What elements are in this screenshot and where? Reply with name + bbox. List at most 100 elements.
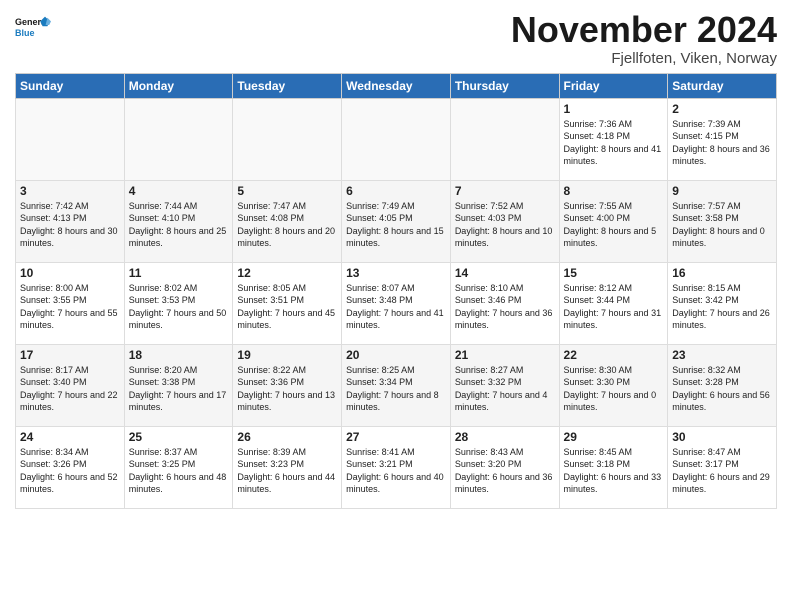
day-3: 3Sunrise: 7:42 AM Sunset: 4:13 PM Daylig…: [16, 180, 125, 262]
day-info-12: Sunrise: 8:05 AM Sunset: 3:51 PM Dayligh…: [237, 282, 337, 332]
day-19: 19 Sunrise: 8:22 AM Sunset: 3:36 PM Dayli…: [233, 344, 342, 426]
day-info-14: Sunrise: 8:10 AM Sunset: 3:46 PM Dayligh…: [455, 282, 555, 332]
day-number-24: 24: [20, 430, 120, 444]
day-number-26: 26: [237, 430, 337, 444]
empty-cell: [450, 98, 559, 180]
day-info-18: Sunrise: 8:20 AM Sunset: 3:38 PM Dayligh…: [129, 364, 229, 414]
day-info-24: Sunrise: 8:34 AM Sunset: 3:26 PM Dayligh…: [20, 446, 120, 496]
day-info-15: Sunrise: 8:12 AM Sunset: 3:44 PM Dayligh…: [564, 282, 664, 332]
day-info-4: Sunrise: 7:44 AM Sunset: 4:10 PM Dayligh…: [129, 200, 229, 250]
day-info-8: Sunrise: 7:55 AM Sunset: 4:00 PM Dayligh…: [564, 200, 664, 250]
day-number-19: 19: [237, 348, 337, 362]
day-info-22: Sunrise: 8:30 AM Sunset: 3:30 PM Dayligh…: [564, 364, 664, 414]
day-info-21: Sunrise: 8:27 AM Sunset: 3:32 PM Dayligh…: [455, 364, 555, 414]
day-1: 1 Sunrise: 7:36 AM Sunset: 4:18 PM Daylig…: [559, 98, 668, 180]
header-sunday: Sunday: [16, 73, 125, 98]
day-number-25: 25: [129, 430, 229, 444]
day-info-23: Sunrise: 8:32 AM Sunset: 3:28 PM Dayligh…: [672, 364, 772, 414]
day-18: 18 Sunrise: 8:20 AM Sunset: 3:38 PM Dayli…: [124, 344, 233, 426]
day-number-18: 18: [129, 348, 229, 362]
day-number-14: 14: [455, 266, 555, 280]
day-number-7: 7: [455, 184, 555, 198]
day-info-20: Sunrise: 8:25 AM Sunset: 3:34 PM Dayligh…: [346, 364, 446, 414]
header-friday: Friday: [559, 73, 668, 98]
day-number-21: 21: [455, 348, 555, 362]
day-number-9: 9: [672, 184, 772, 198]
day-25: 25 Sunrise: 8:37 AM Sunset: 3:25 PM Dayli…: [124, 426, 233, 508]
svg-text:Blue: Blue: [15, 28, 35, 38]
day-10: 10 Sunrise: 8:00 AM Sunset: 3:55 PM Dayli…: [16, 262, 125, 344]
empty-cell: [233, 98, 342, 180]
day-number-11: 11: [129, 266, 229, 280]
day-11: 11Sunrise: 8:02 AM Sunset: 3:53 PM Dayli…: [124, 262, 233, 344]
day-29: 29 Sunrise: 8:45 AM Sunset: 3:18 PM Dayli…: [559, 426, 668, 508]
week-row-1: 1 Sunrise: 7:36 AM Sunset: 4:18 PM Daylig…: [16, 98, 777, 180]
day-number-4: 4: [129, 184, 229, 198]
header: General Blue November 2024 Fjellfoten, V…: [15, 10, 777, 67]
day-20: 20 Sunrise: 8:25 AM Sunset: 3:34 PM Dayli…: [342, 344, 451, 426]
day-8: 8 Sunrise: 7:55 AM Sunset: 4:00 PM Daylig…: [559, 180, 668, 262]
day-17: 17 Sunrise: 8:17 AM Sunset: 3:40 PM Dayli…: [16, 344, 125, 426]
header-wednesday: Wednesday: [342, 73, 451, 98]
title-block: November 2024 Fjellfoten, Viken, Norway: [511, 10, 777, 67]
day-23: 23 Sunrise: 8:32 AM Sunset: 3:28 PM Dayli…: [668, 344, 777, 426]
day-number-6: 6: [346, 184, 446, 198]
day-info-9: Sunrise: 7:57 AM Sunset: 3:58 PM Dayligh…: [672, 200, 772, 250]
day-info-29: Sunrise: 8:45 AM Sunset: 3:18 PM Dayligh…: [564, 446, 664, 496]
location: Fjellfoten, Viken, Norway: [511, 50, 777, 67]
header-thursday: Thursday: [450, 73, 559, 98]
day-info-1: Sunrise: 7:36 AM Sunset: 4:18 PM Dayligh…: [564, 118, 664, 168]
day-28: 28Sunrise: 8:43 AM Sunset: 3:20 PM Dayli…: [450, 426, 559, 508]
day-number-15: 15: [564, 266, 664, 280]
day-number-8: 8: [564, 184, 664, 198]
day-info-10: Sunrise: 8:00 AM Sunset: 3:55 PM Dayligh…: [20, 282, 120, 332]
day-4: 4 Sunrise: 7:44 AM Sunset: 4:10 PM Daylig…: [124, 180, 233, 262]
day-22: 22Sunrise: 8:30 AM Sunset: 3:30 PM Dayli…: [559, 344, 668, 426]
day-number-13: 13: [346, 266, 446, 280]
day-number-2: 2: [672, 102, 772, 116]
day-info-25: Sunrise: 8:37 AM Sunset: 3:25 PM Dayligh…: [129, 446, 229, 496]
logo-svg: General Blue: [15, 10, 51, 46]
empty-cell: [16, 98, 125, 180]
day-27: 27Sunrise: 8:41 AM Sunset: 3:21 PM Dayli…: [342, 426, 451, 508]
day-number-12: 12: [237, 266, 337, 280]
day-14: 14 Sunrise: 8:10 AM Sunset: 3:46 PM Dayli…: [450, 262, 559, 344]
day-number-10: 10: [20, 266, 120, 280]
day-number-17: 17: [20, 348, 120, 362]
day-number-29: 29: [564, 430, 664, 444]
day-26: 26 Sunrise: 8:39 AM Sunset: 3:23 PM Dayli…: [233, 426, 342, 508]
day-number-3: 3: [20, 184, 120, 198]
day-number-28: 28: [455, 430, 555, 444]
day-info-2: Sunrise: 7:39 AM Sunset: 4:15 PM Dayligh…: [672, 118, 772, 168]
day-number-1: 1: [564, 102, 664, 116]
day-number-20: 20: [346, 348, 446, 362]
day-info-16: Sunrise: 8:15 AM Sunset: 3:42 PM Dayligh…: [672, 282, 772, 332]
page-container: General Blue November 2024 Fjellfoten, V…: [0, 0, 792, 514]
day-info-19: Sunrise: 8:22 AM Sunset: 3:36 PM Dayligh…: [237, 364, 337, 414]
day-info-17: Sunrise: 8:17 AM Sunset: 3:40 PM Dayligh…: [20, 364, 120, 414]
day-6: 6 Sunrise: 7:49 AM Sunset: 4:05 PM Daylig…: [342, 180, 451, 262]
day-number-16: 16: [672, 266, 772, 280]
day-number-30: 30: [672, 430, 772, 444]
calendar-table: SundayMondayTuesdayWednesdayThursdayFrid…: [15, 73, 777, 509]
week-row-2: 3Sunrise: 7:42 AM Sunset: 4:13 PM Daylig…: [16, 180, 777, 262]
day-info-27: Sunrise: 8:41 AM Sunset: 3:21 PM Dayligh…: [346, 446, 446, 496]
day-30: 30 Sunrise: 8:47 AM Sunset: 3:17 PM Dayli…: [668, 426, 777, 508]
week-row-4: 17 Sunrise: 8:17 AM Sunset: 3:40 PM Dayli…: [16, 344, 777, 426]
day-info-26: Sunrise: 8:39 AM Sunset: 3:23 PM Dayligh…: [237, 446, 337, 496]
header-monday: Monday: [124, 73, 233, 98]
day-info-6: Sunrise: 7:49 AM Sunset: 4:05 PM Dayligh…: [346, 200, 446, 250]
day-12: 12 Sunrise: 8:05 AM Sunset: 3:51 PM Dayli…: [233, 262, 342, 344]
week-row-3: 10 Sunrise: 8:00 AM Sunset: 3:55 PM Dayli…: [16, 262, 777, 344]
day-21: 21 Sunrise: 8:27 AM Sunset: 3:32 PM Dayli…: [450, 344, 559, 426]
day-2: 2 Sunrise: 7:39 AM Sunset: 4:15 PM Daylig…: [668, 98, 777, 180]
month-title: November 2024: [511, 10, 777, 50]
day-13: 13Sunrise: 8:07 AM Sunset: 3:48 PM Dayli…: [342, 262, 451, 344]
day-info-30: Sunrise: 8:47 AM Sunset: 3:17 PM Dayligh…: [672, 446, 772, 496]
day-15: 15 Sunrise: 8:12 AM Sunset: 3:44 PM Dayli…: [559, 262, 668, 344]
day-number-5: 5: [237, 184, 337, 198]
day-9: 9 Sunrise: 7:57 AM Sunset: 3:58 PM Daylig…: [668, 180, 777, 262]
week-row-5: 24 Sunrise: 8:34 AM Sunset: 3:26 PM Dayli…: [16, 426, 777, 508]
day-number-23: 23: [672, 348, 772, 362]
header-saturday: Saturday: [668, 73, 777, 98]
